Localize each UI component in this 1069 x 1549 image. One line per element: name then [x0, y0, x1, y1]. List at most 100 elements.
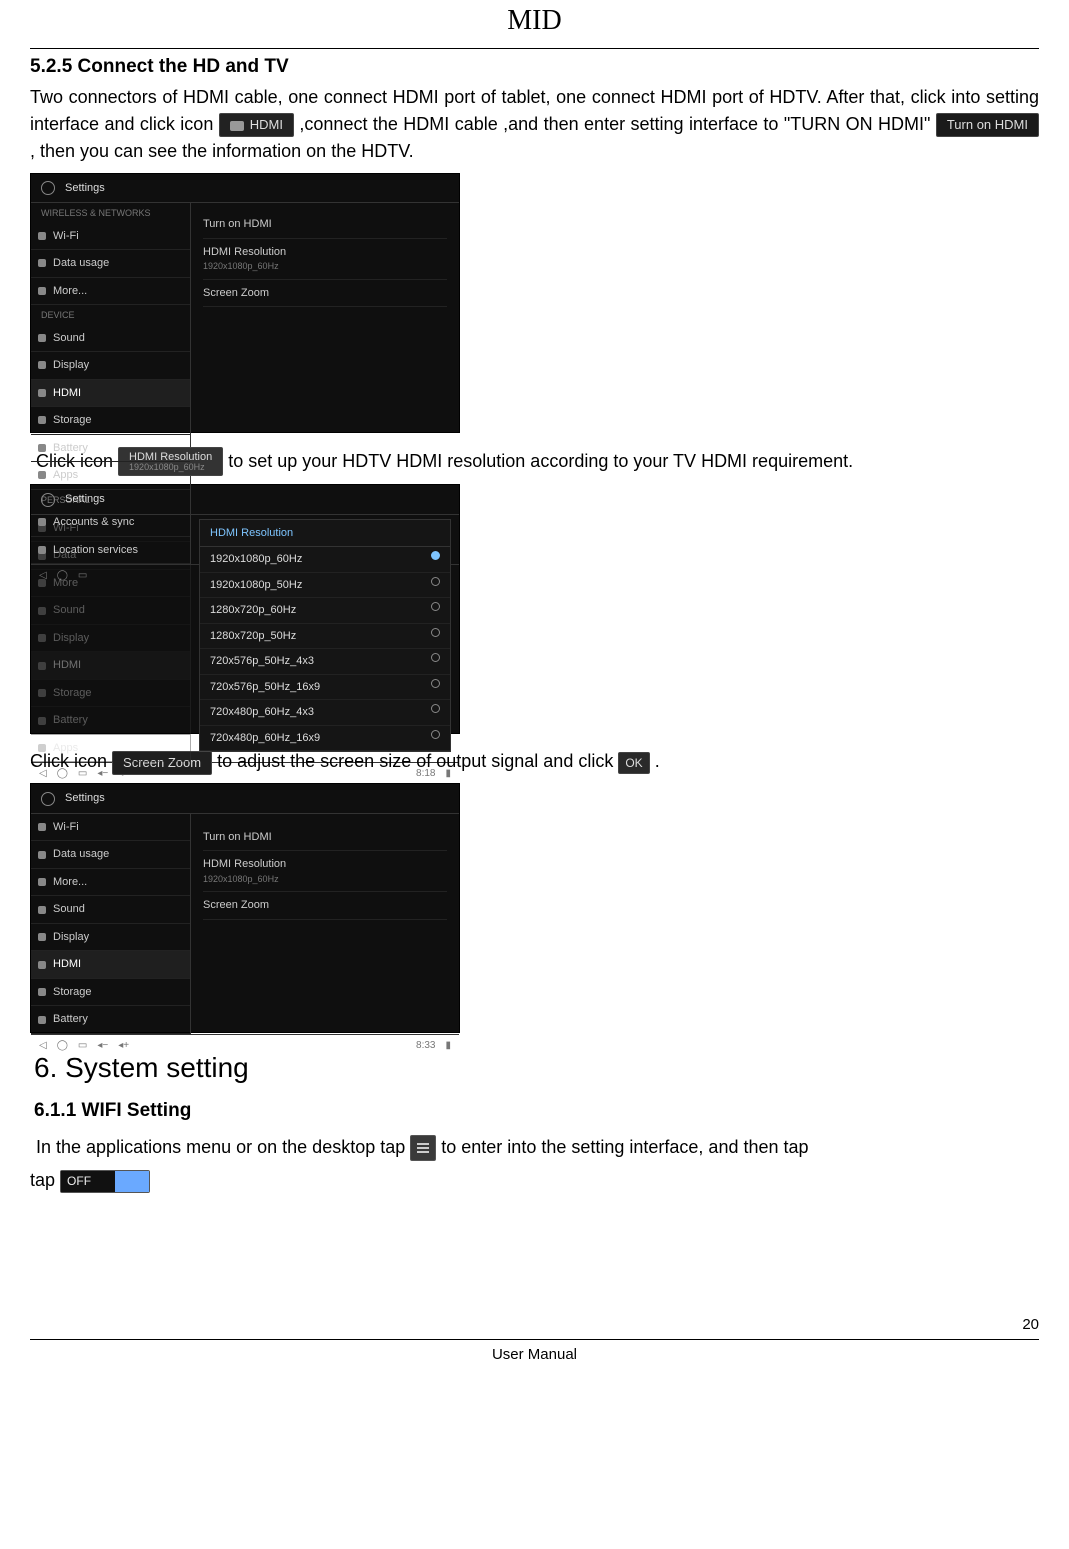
side-item[interactable]: More... [31, 869, 190, 897]
footer-rule [30, 1339, 1039, 1340]
shot1-titlebar: Settings [31, 174, 459, 204]
para-frag-8: . [655, 751, 660, 771]
opt-label: 720x576p_50Hz_4x3 [210, 653, 314, 670]
section-6-heading: 6. System setting [34, 1047, 1039, 1089]
footer-label: User Manual [30, 1344, 1039, 1367]
section-5-2-5-heading: 5.2.5 Connect the HD and TV [30, 53, 1039, 82]
header-rule [30, 48, 1039, 49]
sidebar-item-display[interactable]: Display [31, 352, 190, 380]
para-frag-7: to adjust the screen size of output sign… [217, 751, 618, 771]
row-sublabel: 1920x1080p_60Hz [203, 873, 447, 887]
para-frag-2: ,connect the HDMI cable ,and then enter … [299, 114, 930, 134]
gear-icon [41, 792, 55, 806]
row-turn-on-hdmi[interactable]: Turn on HDMI [203, 211, 447, 239]
opt-label: 720x576p_50Hz_16x9 [210, 679, 320, 696]
ok-button: OK [618, 752, 649, 774]
sidebar-item-storage[interactable]: Storage [31, 407, 190, 435]
side-item: Battery [31, 707, 190, 735]
opt-label: 1280x720p_50Hz [210, 628, 296, 645]
row-sublabel: 1920x1080p_60Hz [203, 260, 447, 274]
opt-label: 1280x720p_60Hz [210, 602, 296, 619]
opt-label: 1920x1080p_50Hz [210, 577, 302, 594]
side-item: Storage [31, 680, 190, 708]
row-label: HDMI Resolution [203, 858, 286, 870]
section-6-1-1-heading: 6.1.1 WIFI Setting [34, 1097, 1039, 1126]
side-item[interactable]: Battery [31, 1006, 190, 1034]
sidebar-item-battery[interactable]: Battery [31, 435, 190, 463]
page-footer: 20 User Manual [30, 1314, 1039, 1366]
battery-icon: ▮ [445, 1038, 451, 1053]
side-item: Display [31, 625, 190, 653]
row-screen-zoom[interactable]: Screen Zoom [203, 280, 447, 308]
sidebar-item-data-usage[interactable]: Data usage [31, 250, 190, 278]
sidebar-item-apps[interactable]: Apps [31, 462, 190, 490]
radio-icon [431, 602, 440, 611]
row-hdmi-resolution[interactable]: HDMI Resolution 1920x1080p_60Hz [203, 851, 447, 892]
side-item[interactable]: Storage [31, 979, 190, 1007]
radio-icon [431, 551, 440, 560]
gear-icon [41, 181, 55, 195]
opt-label: 720x480p_60Hz_16x9 [210, 730, 320, 747]
settings-icon [410, 1135, 436, 1161]
row-screen-zoom[interactable]: Screen Zoom [203, 892, 447, 920]
shot3-title: Settings [65, 790, 105, 807]
dialog-title: HDMI Resolution [200, 520, 450, 548]
side-item[interactable]: HDMI [31, 951, 190, 979]
radio-icon [431, 679, 440, 688]
clock-text: 8:33 [416, 1038, 435, 1053]
screenshot-resolution-list: Settings Wi-Fi Data More Sound Display H… [30, 484, 1039, 734]
screenshot-screen-zoom: Settings Wi-Fi Data usage More... Sound … [30, 783, 1039, 1033]
resolution-option[interactable]: 1920x1080p_60Hz [200, 547, 450, 573]
row-label: Turn on HDMI [203, 831, 272, 843]
side-item: More [31, 570, 190, 598]
para-hdmi-connect: Two connectors of HDMI cable, one connec… [30, 84, 1039, 165]
sidebar-item-more[interactable]: More... [31, 278, 190, 306]
side-item[interactable]: Wi-Fi [31, 814, 190, 842]
radio-icon [431, 628, 440, 637]
sidebar-item-sound[interactable]: Sound [31, 325, 190, 353]
side-item[interactable]: Sound [31, 896, 190, 924]
row-hdmi-resolution[interactable]: HDMI Resolution 1920x1080p_60Hz [203, 239, 447, 280]
resolution-option[interactable]: 720x480p_60Hz_4x3 [200, 700, 450, 726]
shot1-title: Settings [65, 180, 105, 197]
para-wifi-setting: In the applications menu or on the deskt… [36, 1134, 1039, 1161]
resolution-option[interactable]: 720x576p_50Hz_4x3 [200, 649, 450, 675]
resolution-option[interactable]: 1920x1080p_50Hz [200, 573, 450, 599]
radio-icon [431, 704, 440, 713]
off-label: OFF [61, 1171, 115, 1191]
shot3-titlebar: Settings [31, 784, 459, 814]
side-item[interactable]: Data usage [31, 841, 190, 869]
row-label: Turn on HDMI [203, 218, 272, 230]
radio-icon [431, 653, 440, 662]
resolution-option[interactable]: 1280x720p_60Hz [200, 598, 450, 624]
page-number: 20 [30, 1314, 1039, 1337]
row-turn-on-hdmi[interactable]: Turn on HDMI [203, 824, 447, 852]
sidebar-item-wifi[interactable]: Wi-Fi [31, 223, 190, 251]
para-wifi-tap-off: tap OFF [30, 1167, 1039, 1194]
row-label: Screen Zoom [203, 287, 269, 299]
resolution-option[interactable]: 1280x720p_50Hz [200, 624, 450, 650]
opt-label: 720x480p_60Hz_4x3 [210, 704, 314, 721]
screenshot-hdmi-settings: Settings WIRELESS & NETWORKS Wi-Fi Data … [30, 173, 1039, 433]
hdmi-icon-button: HDMI [219, 113, 294, 137]
sidebar-item-hdmi[interactable]: HDMI [31, 380, 190, 408]
shot3-main: Turn on HDMI HDMI Resolution 1920x1080p_… [191, 814, 459, 1034]
para-frag-3: , then you can see the information on th… [30, 141, 414, 161]
side-item: HDMI [31, 652, 190, 680]
sidebar-group-device: DEVICE [31, 305, 190, 325]
row-label: HDMI Resolution [203, 246, 286, 258]
side-item: Wi-Fi [31, 515, 190, 543]
shot3-sidebar: Wi-Fi Data usage More... Sound Display H… [31, 814, 191, 1034]
doc-header-title: MID [30, 0, 1039, 42]
row-label: Screen Zoom [203, 899, 269, 911]
side-item[interactable]: Display [31, 924, 190, 952]
turn-on-hdmi-button: Turn on HDMI [936, 113, 1039, 137]
gear-icon [41, 493, 55, 507]
sidebar-group-wireless: WIRELESS & NETWORKS [31, 203, 190, 223]
wifi-off-toggle: OFF [60, 1170, 150, 1192]
side-item: Data [31, 542, 190, 570]
toggle-knob [115, 1171, 149, 1191]
shot2-title: Settings [65, 491, 105, 508]
para-frag-9: In the applications menu or on the deskt… [36, 1137, 410, 1157]
resolution-option[interactable]: 720x576p_50Hz_16x9 [200, 675, 450, 701]
